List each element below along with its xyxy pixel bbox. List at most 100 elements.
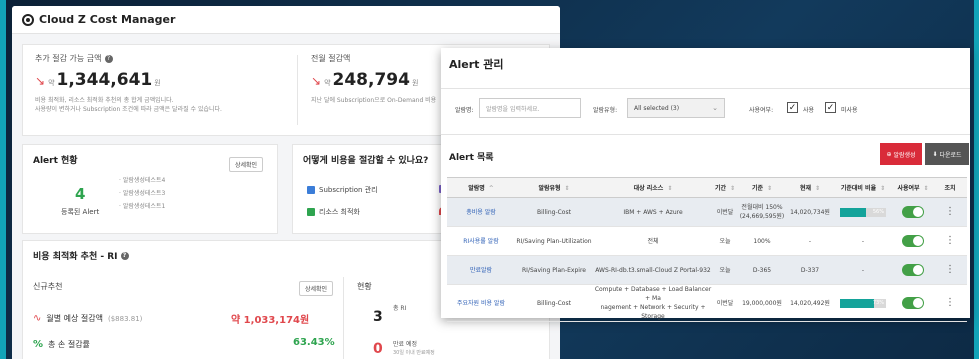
monthly-savings-row: ∿ 월별 예상 절감액 ($883.81)	[33, 313, 142, 324]
resource-opt-link[interactable]: 리소스 최적화	[307, 207, 360, 217]
sort-icon: ⇕	[923, 185, 929, 192]
list-item[interactable]: 알람생성테스트4	[119, 175, 165, 184]
alert-count-label: 등록된 Alert	[61, 208, 100, 216]
alarm-name-link[interactable]: 주요자원 비용 알람	[447, 284, 515, 322]
plus-icon: ⊕	[886, 150, 892, 158]
enabled-toggle[interactable]	[902, 206, 924, 218]
alert-count: 4	[75, 185, 86, 203]
download-button[interactable]: ⬇ 다운로드	[925, 143, 969, 165]
alert-management-title: Alert 관리	[449, 58, 504, 71]
more-menu-icon[interactable]: ⋮	[945, 264, 955, 275]
use-yes-checkbox[interactable]: ✓	[787, 102, 798, 113]
alert-table: 알람명 ^ 알람유형 ⇕ 대상 리소스 ⇕ 기간 ⇕ 기준 ⇕ 현재 ⇕ 기준대비 비율 ⇕ …	[447, 177, 967, 322]
table-header: 알람명 ^ 알람유형 ⇕ 대상 리소스 ⇕ 기간 ⇕ 기준 ⇕ 현재 ⇕ 기준대비 비율 ⇕ …	[447, 177, 967, 198]
status-title: 현황	[357, 282, 372, 291]
right-accent-bar	[974, 0, 979, 359]
alarm-name-link[interactable]: RI사용률 알람	[447, 226, 515, 256]
total-rate-value: 63.43%	[293, 337, 335, 348]
prev-month-note: 지난 달에 Subscription으로 On-Demand 비용	[311, 97, 437, 104]
prev-month-label: 전월 절감액	[311, 54, 351, 63]
trend-down-icon: ↘	[311, 74, 322, 88]
alert-list: 알람생성테스트4 알람생성테스트3 알람생성테스트1	[119, 175, 165, 214]
use-no-checkbox[interactable]: ✓	[825, 102, 836, 113]
total-ri-label: 총 RI	[393, 305, 407, 312]
sort-icon: ⇕	[880, 185, 886, 192]
app-title: Cloud Z Cost Manager	[39, 13, 176, 26]
divider	[343, 277, 344, 359]
alarm-type-select[interactable]: All selected (3) ⌄	[627, 98, 725, 118]
percent-icon: %	[33, 339, 44, 350]
alarm-name-input[interactable]: 알람명을 입력하세요.	[479, 98, 581, 118]
subscription-link[interactable]: Subscription 관리	[307, 185, 378, 195]
additional-savings-label: 추가 절감 가능 금액	[35, 54, 102, 63]
resource-icon	[307, 208, 315, 216]
sort-icon: ⇕	[767, 185, 773, 192]
table-row[interactable]: RI사용률 알람 RI/Saving Plan-Utilization 전체 오…	[447, 226, 967, 256]
chart-line-icon: ∿	[33, 313, 42, 324]
subscription-icon	[307, 186, 315, 194]
sort-icon: ⇕	[667, 185, 673, 192]
col-resource[interactable]: 대상 리소스 ⇕	[593, 177, 713, 198]
table-row[interactable]: 총비용 알람 Billing-Cost IBM + AWS + Azure 이번…	[447, 197, 967, 227]
chevron-down-icon: ⌄	[712, 104, 718, 112]
expiring-label: 만료 예정	[393, 341, 417, 348]
table-row[interactable]: 만료알람 RI/Saving Plan-Expire AWS-RI-db.t3.…	[447, 255, 967, 285]
ratio-bar: 56%	[840, 207, 886, 217]
cloud-z-logo-icon	[22, 13, 34, 26]
sort-icon: ⇕	[564, 185, 570, 192]
col-type[interactable]: 알람유형 ⇕	[515, 177, 593, 198]
expiring-sub: 30일 이내 만료예정	[393, 350, 435, 356]
list-item[interactable]: 알람생성테스트3	[119, 188, 165, 197]
expiring-count: 0	[373, 341, 383, 357]
create-alarm-button[interactable]: ⊕ 알람생성	[880, 143, 922, 165]
left-accent-bar	[0, 0, 6, 359]
approx-label: 약	[324, 79, 331, 87]
col-current[interactable]: 현재 ⇕	[787, 177, 833, 198]
enabled-toggle[interactable]	[902, 264, 924, 276]
monthly-savings-label: 월별 예상 절감액	[46, 314, 103, 323]
enabled-toggle[interactable]	[902, 297, 924, 309]
total-ri-count: 3	[373, 309, 383, 325]
sort-up-icon: ^	[488, 185, 494, 192]
alarm-name-link[interactable]: 총비용 알람	[447, 197, 515, 227]
more-menu-icon[interactable]: ⋮	[945, 206, 955, 217]
info-icon[interactable]: ?	[120, 251, 129, 260]
list-item[interactable]: 알람생성테스트1	[119, 201, 165, 210]
col-enabled[interactable]: 사용여부 ⇕	[893, 177, 933, 198]
won-unit: 원	[411, 79, 419, 87]
more-menu-icon[interactable]: ⋮	[945, 297, 955, 308]
use-yes-label: 사용	[803, 107, 815, 114]
app-header: Cloud Z Cost Manager	[12, 6, 560, 34]
col-action: 조치	[933, 177, 967, 198]
download-icon: ⬇	[932, 150, 938, 158]
recommend-title: 비용 최적화 추천 - RI	[33, 252, 118, 262]
trend-down-icon: ↘	[35, 74, 46, 88]
col-period[interactable]: 기간 ⇕	[713, 177, 737, 198]
sort-icon: ⇕	[730, 185, 736, 192]
filter-type-label: 알람유형:	[593, 107, 618, 114]
col-basis[interactable]: 기준 ⇕	[737, 177, 787, 198]
sort-icon: ⇕	[815, 185, 821, 192]
divider	[441, 134, 970, 135]
total-rate-label: 총 손 절감률	[48, 340, 90, 349]
alert-detail-button[interactable]: 상세확인	[229, 157, 264, 172]
prev-month-value: 248,794	[332, 70, 410, 90]
approx-label: 약	[48, 79, 55, 87]
alarm-name-link[interactable]: 만료알람	[447, 255, 515, 285]
col-name[interactable]: 알람명 ^	[447, 177, 515, 198]
monthly-savings-usd: ($883.81)	[108, 314, 143, 323]
alert-list-title: Alert 목록	[449, 153, 494, 163]
additional-savings-value: 1,344,641	[56, 70, 153, 90]
col-ratio[interactable]: 기준대비 비율 ⇕	[833, 177, 893, 198]
won-unit: 원	[154, 79, 161, 87]
table-row[interactable]: 주요자원 비용 알람 Billing-Cost Compute + Databa…	[447, 284, 967, 322]
monthly-savings-value: 약 1,033,174원	[231, 315, 310, 326]
filter-use-label: 사용여부:	[749, 107, 774, 114]
recommend-detail-button[interactable]: 상세확인	[299, 281, 334, 296]
additional-savings-note: 비용 최적화, 리소스 최적화 추천의 총 합계 금액입니다. 사용량이 변하거…	[35, 97, 222, 113]
alert-status-title: Alert 현황	[33, 156, 78, 166]
enabled-toggle[interactable]	[902, 235, 924, 247]
total-rate-row: % 총 손 절감률	[33, 339, 90, 350]
info-icon[interactable]: ?	[104, 54, 113, 63]
more-menu-icon[interactable]: ⋮	[945, 235, 955, 246]
